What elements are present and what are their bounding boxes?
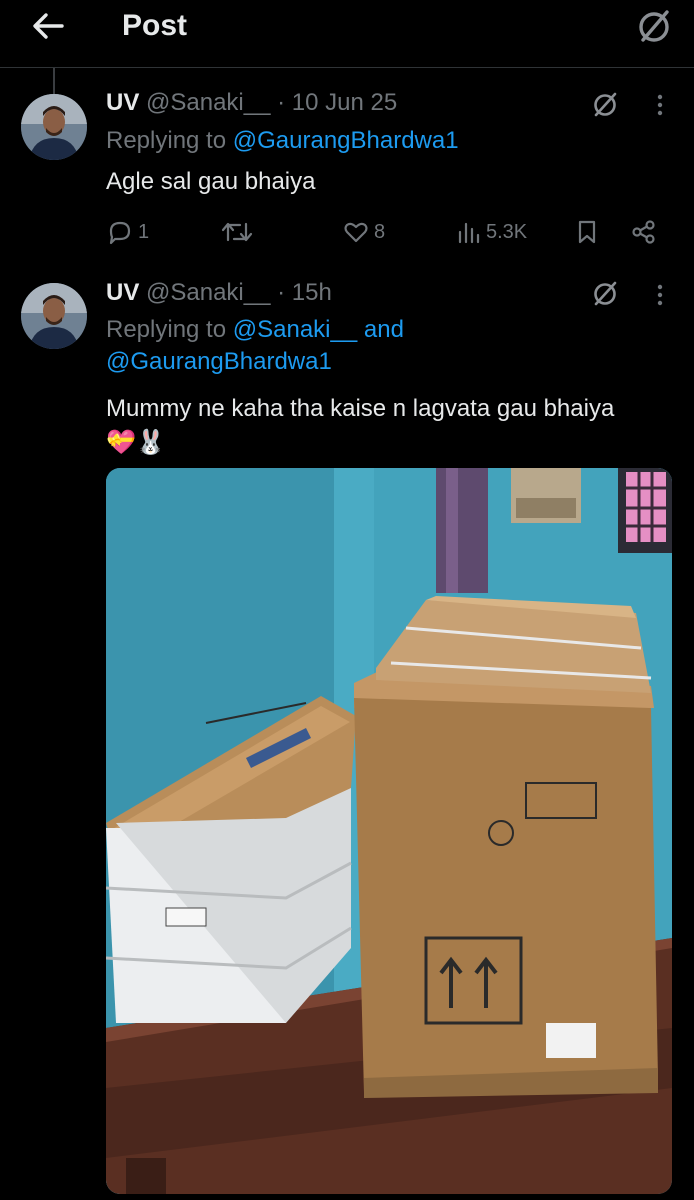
timestamp[interactable]: · 15h	[277, 279, 332, 306]
user-handle[interactable]: @Sanaki__	[146, 279, 270, 306]
thread-line	[53, 68, 55, 94]
avatar[interactable]	[21, 94, 87, 160]
tweet-header: UV @Sanaki__ · 10 Jun 25	[106, 88, 397, 118]
replying-to-label: Replying to	[106, 316, 227, 343]
more-options-icon[interactable]	[655, 280, 665, 310]
like-button[interactable]: 8	[342, 214, 385, 250]
top-bar: Post	[0, 0, 694, 68]
replying-to-line: Replying to @GaurangBhardwa1	[106, 125, 459, 157]
tweet-text: Mummy ne kaha tha kaise n lagvata gau bh…	[106, 395, 615, 456]
tweet-media-photo[interactable]	[106, 468, 672, 1194]
views-button[interactable]: 5.3K	[456, 214, 527, 250]
tweet-actions: 1 8 5.3K	[106, 214, 666, 250]
heart-icon	[344, 222, 368, 243]
mention-link[interactable]: @GaurangBhardwa1	[233, 127, 459, 154]
mention-and: and	[363, 316, 404, 343]
repost-button[interactable]	[220, 214, 254, 250]
grok-icon[interactable]	[590, 278, 620, 308]
display-name[interactable]: UV	[106, 279, 139, 306]
bookmark-icon	[578, 220, 596, 244]
display-name[interactable]: UV	[106, 89, 139, 116]
repost-icon	[221, 222, 253, 242]
replying-to-label: Replying to	[106, 127, 227, 154]
user-avatar-image	[21, 94, 87, 160]
back-button[interactable]	[26, 8, 70, 44]
grok-button[interactable]	[634, 6, 674, 46]
arrow-left-icon	[33, 13, 64, 39]
share-icon	[632, 220, 655, 244]
user-handle[interactable]: @Sanaki__	[146, 89, 270, 116]
more-options-icon[interactable]	[655, 90, 665, 120]
share-button[interactable]	[630, 214, 658, 250]
mention-link[interactable]: @Sanaki__	[233, 316, 357, 343]
tweet-header: UV @Sanaki__ · 15h	[106, 278, 332, 308]
reply-count: 1	[138, 220, 150, 243]
views-icon	[458, 222, 480, 244]
grok-icon	[639, 10, 669, 42]
user-avatar-image	[21, 283, 87, 349]
reply-icon	[109, 221, 131, 245]
photo-boxes	[106, 468, 672, 1194]
mention-link[interactable]: @GaurangBhardwa1	[106, 348, 332, 375]
bookmark-button[interactable]	[574, 214, 600, 250]
tweet-text: Agle sal gau bhaiya	[106, 168, 316, 195]
replying-to-line: Replying to @Sanaki__ and @GaurangBhardw…	[106, 314, 666, 378]
like-count: 8	[374, 220, 386, 243]
timestamp[interactable]: · 10 Jun 25	[277, 89, 397, 116]
views-count: 5.3K	[486, 220, 528, 243]
reply-button[interactable]: 1	[106, 214, 149, 250]
avatar[interactable]	[21, 283, 87, 349]
grok-icon[interactable]	[590, 89, 620, 119]
page-title: Post	[122, 9, 188, 42]
